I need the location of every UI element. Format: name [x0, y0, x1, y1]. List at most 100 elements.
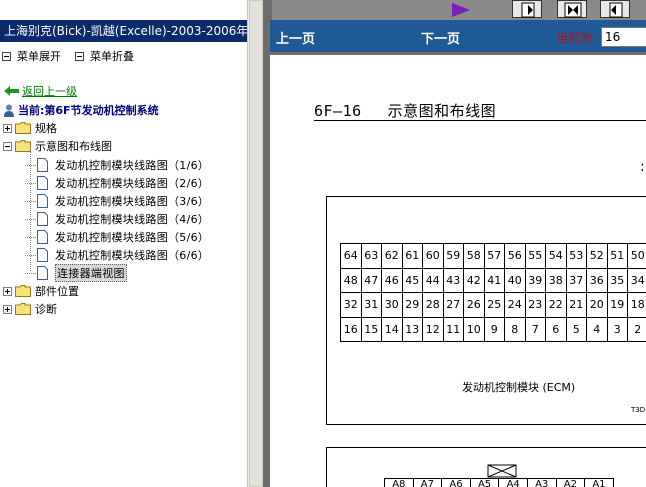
pin-cell: 24: [504, 292, 526, 318]
tree-leaf-ecm-1[interactable]: 发动机控制模块线路图（1/6）: [25, 156, 209, 174]
document-icon: [37, 212, 48, 226]
pin-cell: 8: [504, 316, 526, 342]
pin-row: 32 31 30 29 28 27 26 25 24 23 22 21 20 19 18: [340, 292, 646, 318]
tree-node-label: 示意图和布线图: [35, 140, 112, 153]
pin-cell: 18: [627, 292, 646, 318]
pin-cell: 43: [442, 267, 464, 293]
pin-cell: 60: [422, 243, 444, 269]
current-section-row: 当前:第6F节发动机控制系统: [3, 102, 159, 118]
pin-cell: 10: [463, 316, 485, 342]
pin-cell: 15: [360, 316, 382, 342]
pin-cell: 57: [483, 243, 505, 269]
pin-cell: 35: [606, 267, 628, 293]
document-icon: [37, 158, 48, 172]
left-scrollbar-thumb[interactable]: [249, 0, 263, 487]
expand-icon[interactable]: [3, 304, 12, 314]
pin-cell: 28: [422, 292, 444, 318]
tree-leaf-label: 发动机控制模块线路图（3/6）: [55, 195, 210, 208]
connector-latch-icon: [487, 464, 517, 478]
left-scrollbar[interactable]: [247, 0, 263, 487]
pin-cell: 37: [565, 267, 587, 293]
pin-cell: 48: [340, 267, 362, 293]
tree-leaf-label: 发动机控制模块线路图（6/6）: [55, 249, 210, 262]
folder-icon: [15, 122, 31, 134]
tree-leaf-ecm-5[interactable]: 发动机控制模块线路图（5/6）: [25, 228, 209, 246]
folder-open-icon: [15, 140, 31, 152]
pin-cell: 44: [422, 267, 444, 293]
tree-leaf-ecm-6[interactable]: 发动机控制模块线路图（6/6）: [25, 246, 209, 264]
back-arrow-icon: [4, 86, 19, 96]
document-icon: [37, 266, 48, 280]
tree-leaf-label: 发动机控制模块线路图（5/6）: [55, 231, 210, 244]
pin-cell: 40: [504, 267, 526, 293]
document-page: 6F–16 示意图和布线图 : 64 63 62 61 60 59 58 57 56 55 54 53 5…: [270, 55, 646, 487]
tree-leaf-ecm-2[interactable]: 发动机控制模块线路图（2/6）: [25, 174, 209, 192]
back-link-row[interactable]: 返回上一级: [4, 83, 77, 99]
expand-menu-button[interactable]: 菜单展开: [2, 48, 61, 64]
pin-cell: 59: [442, 243, 464, 269]
collapse-menu-button[interactable]: 菜单折叠: [75, 48, 134, 64]
pin-cell: 42: [463, 267, 485, 293]
pin-row: 64 63 62 61 60 59 58 57 56 55 54 53 52 51 50: [340, 243, 646, 269]
pin-cell: 21: [565, 292, 587, 318]
nav-first-button[interactable]: [512, 0, 542, 18]
navigation-pane: 上海别克(Bick)-凯越(Excelle)-2003-2006年款 菜单展开 …: [0, 0, 247, 487]
expand-menu-label: 菜单展开: [17, 50, 61, 63]
tree-node-diagnosis[interactable]: 诊断: [3, 300, 57, 318]
pin-cell: 29: [401, 292, 423, 318]
pin-cell: 25: [483, 292, 505, 318]
pin-row: 16 15 14 13 12 11 10 9 8 7 6 5 4 3 2: [340, 316, 646, 342]
nav-prev-icon: [564, 2, 582, 18]
tree-node-label: 规格: [35, 122, 57, 135]
pin-cell: 12: [422, 316, 444, 342]
pin-cell: 47: [360, 267, 382, 293]
ecm-connector-diagram: 64 63 62 61 60 59 58 57 56 55 54 53 52 51 50 48 47 46 45 44…: [326, 196, 646, 425]
tree-node-label: 诊断: [35, 303, 57, 316]
folder-icon: [15, 303, 31, 315]
pin-cell: 54: [545, 243, 567, 269]
pin-cell: 58: [463, 243, 485, 269]
play-triangle-icon[interactable]: [450, 2, 472, 18]
pin-cell: 6: [545, 316, 567, 342]
pin-cell: 26: [463, 292, 485, 318]
expand-icon[interactable]: [3, 286, 12, 296]
folder-icon: [15, 285, 31, 297]
pin-cell: 27: [442, 292, 464, 318]
tree-node-schematics[interactable]: 示意图和布线图: [3, 137, 112, 155]
collapse-icon[interactable]: [3, 141, 12, 151]
document-icon: [37, 230, 48, 244]
current-page-input[interactable]: [601, 27, 646, 47]
pin-cell: 55: [524, 243, 546, 269]
pin-cell: 46: [381, 267, 403, 293]
back-link[interactable]: 返回上一级: [22, 83, 77, 99]
document-icon: [37, 176, 48, 190]
page-corner-mark: :: [640, 159, 645, 175]
pin-row: 48 47 46 45 44 43 42 41 40 39 38 37 36 35 34: [340, 267, 646, 293]
connector-pin-cell: A2: [555, 478, 586, 487]
prev-page-link[interactable]: 上一页: [276, 28, 315, 47]
tree-leaf-ecm-4[interactable]: 发动机控制模块线路图（4/6）: [25, 210, 209, 228]
pin-cell: 50: [627, 243, 646, 269]
tree-leaf-ecm-3[interactable]: 发动机控制模块线路图（3/6）: [25, 192, 209, 210]
connector-pin-cell: A3: [526, 478, 557, 487]
top-toolbar-strip: [270, 0, 646, 20]
expand-icon[interactable]: [3, 123, 12, 133]
nav-next-button[interactable]: [600, 0, 630, 18]
tree-leaf-connector-view[interactable]: 连接器端视图: [25, 264, 127, 282]
pin-cell: 20: [586, 292, 608, 318]
nav-prev-button[interactable]: [557, 0, 587, 18]
collapse-menu-label: 菜单折叠: [90, 50, 134, 63]
next-page-link[interactable]: 下一页: [421, 28, 460, 47]
pin-cell: 41: [483, 267, 505, 293]
connector-pin-cell: A5: [469, 478, 500, 487]
tree-connector: [25, 218, 36, 220]
tree-node-specs[interactable]: 规格: [3, 119, 57, 137]
pin-cell: 22: [545, 292, 567, 318]
pin-cell: 2: [627, 316, 646, 342]
pin-cell: 45: [401, 267, 423, 293]
pin-cell: 39: [524, 267, 546, 293]
ecm-label: 发动机控制模块 (ECM): [462, 381, 576, 394]
tree-connector: [25, 254, 36, 256]
tree-node-component-locations[interactable]: 部件位置: [3, 282, 79, 300]
pin-cell: 16: [340, 316, 362, 342]
